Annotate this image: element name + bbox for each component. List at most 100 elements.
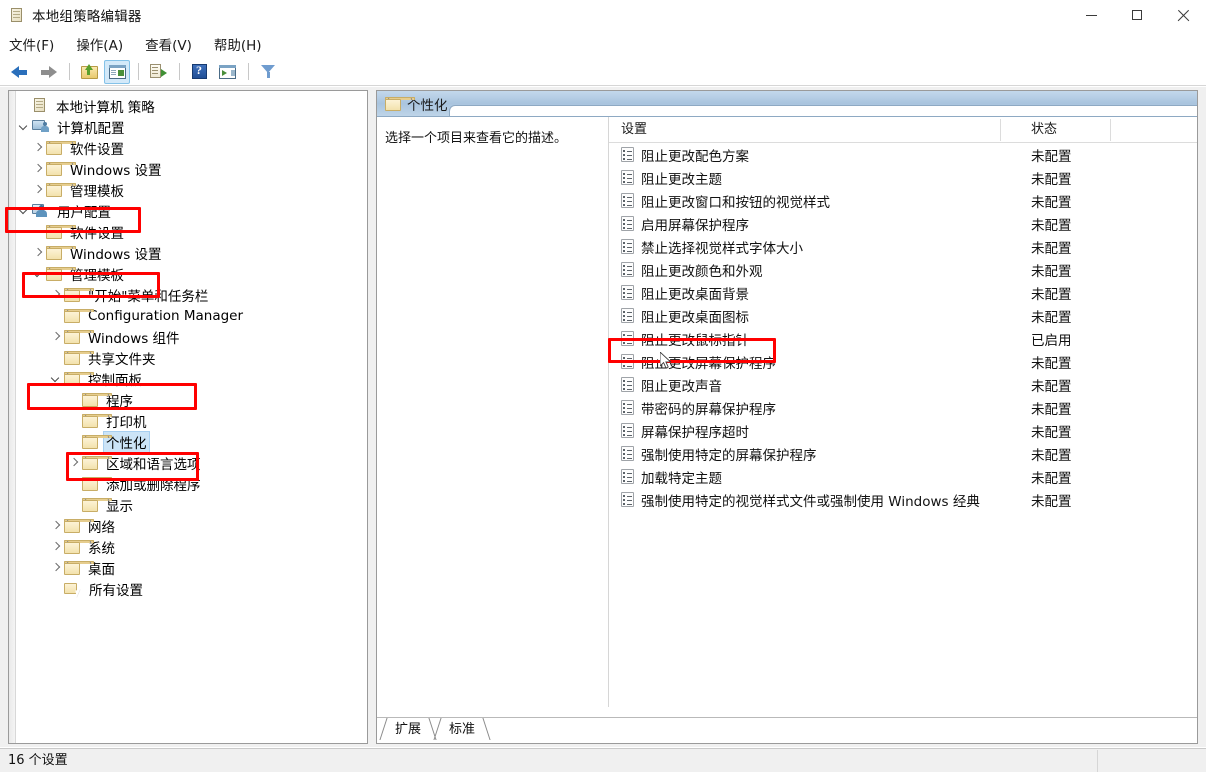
- tree-chevron-placeholder: [67, 476, 82, 492]
- settings-row[interactable]: 阻止更改鼠标指针 已启用: [609, 327, 1197, 350]
- settings-row-name: 阻止更改窗口和按钮的视觉样式: [641, 194, 830, 211]
- maximize-button[interactable]: [1114, 0, 1160, 30]
- up-one-level-button[interactable]: [76, 60, 102, 84]
- chevron-right-icon[interactable]: [49, 518, 64, 534]
- tree-node[interactable]: 控制面板: [17, 368, 367, 389]
- settings-row[interactable]: 阻止更改屏幕保护程序 未配置: [609, 350, 1197, 373]
- chevron-right-icon[interactable]: [49, 287, 64, 303]
- tree-node-label: "开始"菜单和任务栏: [88, 288, 209, 305]
- menu-view[interactable]: 查看(V): [145, 32, 202, 56]
- tab-extended[interactable]: 扩展: [381, 718, 435, 740]
- chevron-right-icon[interactable]: [31, 182, 46, 198]
- back-button[interactable]: [7, 60, 33, 84]
- settings-row[interactable]: 强制使用特定的屏幕保护程序 未配置: [609, 442, 1197, 465]
- status-bar: 16 个设置: [0, 748, 1206, 772]
- settings-row[interactable]: 阻止更改配色方案 未配置: [609, 143, 1197, 166]
- chevron-down-icon[interactable]: [31, 266, 46, 282]
- settings-row[interactable]: 阻止更改桌面图标 未配置: [609, 304, 1197, 327]
- settings-row-name: 阻止更改主题: [641, 171, 722, 188]
- menu-help[interactable]: 帮助(H): [214, 32, 272, 56]
- tree-node[interactable]: Configuration Manager: [17, 305, 367, 326]
- chevron-right-icon[interactable]: [31, 245, 46, 261]
- settings-row-name-cell: 阻止更改声音: [609, 375, 1001, 395]
- tree-node[interactable]: 添加或删除程序: [17, 473, 367, 494]
- tree-node[interactable]: "开始"菜单和任务栏: [17, 284, 367, 305]
- settings-row-name: 强制使用特定的视觉样式文件或强制使用 Windows 经典: [641, 493, 980, 510]
- settings-row-name-cell: 加载特定主题: [609, 467, 1001, 487]
- settings-row[interactable]: 阻止更改颜色和外观 未配置: [609, 258, 1197, 281]
- policy-setting-icon: [621, 492, 634, 507]
- tree-chevron-placeholder: [17, 98, 32, 114]
- tree-node[interactable]: 桌面: [17, 557, 367, 578]
- tree-node[interactable]: 软件设置: [17, 221, 367, 242]
- settings-row[interactable]: 启用屏幕保护程序 未配置: [609, 212, 1197, 235]
- tree-node-label: 本地计算机 策略: [56, 99, 155, 116]
- settings-row[interactable]: 阻止更改声音 未配置: [609, 373, 1197, 396]
- chevron-right-icon[interactable]: [49, 539, 64, 555]
- tree-node[interactable]: 显示: [17, 494, 367, 515]
- folder-icon: [46, 266, 76, 281]
- chevron-down-icon[interactable]: [17, 119, 32, 135]
- settings-row-name-cell: 禁止选择视觉样式字体大小: [609, 237, 1001, 257]
- chevron-down-icon[interactable]: [49, 371, 64, 387]
- tree-node[interactable]: 管理模板: [17, 263, 367, 284]
- tree-scrollbar[interactable]: [9, 91, 16, 743]
- settings-row[interactable]: 阻止更改窗口和按钮的视觉样式 未配置: [609, 189, 1197, 212]
- tree-node[interactable]: 软件设置: [17, 137, 367, 158]
- settings-row-name-cell: 启用屏幕保护程序: [609, 214, 1001, 234]
- tree-node[interactable]: 系统: [17, 536, 367, 557]
- settings-row-state: 未配置: [1031, 286, 1072, 303]
- minimize-button[interactable]: [1068, 0, 1114, 30]
- chevron-right-icon[interactable]: [49, 560, 64, 576]
- tree-node[interactable]: Windows 组件: [17, 326, 367, 347]
- toolbar: ?: [0, 58, 1206, 86]
- tree-node[interactable]: 区域和语言选项: [17, 452, 367, 473]
- settings-row-name-cell: 阻止更改鼠标指针: [609, 329, 1001, 349]
- chevron-down-icon[interactable]: [17, 203, 32, 219]
- folder-icon: [46, 161, 76, 176]
- tree-node[interactable]: 管理模板: [17, 179, 367, 200]
- settings-row-state: 未配置: [1031, 447, 1072, 464]
- tree-node[interactable]: Windows 设置: [17, 242, 367, 263]
- show-hide-console-tree-button[interactable]: [104, 59, 130, 84]
- tree-node[interactable]: 本地计算机 策略: [17, 95, 367, 116]
- tree-node[interactable]: 计算机配置: [17, 116, 367, 137]
- tree-node-label: 共享文件夹: [88, 351, 156, 368]
- folder-icon: [82, 413, 112, 428]
- chevron-right-icon[interactable]: [31, 161, 46, 177]
- export-list-button[interactable]: [145, 60, 171, 84]
- tree-node[interactable]: 用户配置: [17, 200, 367, 221]
- tree-node[interactable]: 共享文件夹: [17, 347, 367, 368]
- settings-row[interactable]: 阻止更改主题 未配置: [609, 166, 1197, 189]
- chevron-right-icon[interactable]: [67, 455, 82, 471]
- chevron-right-icon[interactable]: [31, 140, 46, 156]
- forward-button[interactable]: [35, 60, 61, 84]
- settings-row-name: 阻止更改屏幕保护程序: [641, 355, 776, 372]
- help-button[interactable]: ?: [186, 60, 212, 84]
- policy-setting-icon: [621, 354, 634, 369]
- close-button[interactable]: [1160, 0, 1206, 30]
- column-header-state[interactable]: 状态: [1001, 118, 1111, 141]
- settings-row[interactable]: 阻止更改桌面背景 未配置: [609, 281, 1197, 304]
- show-hide-action-pane-button[interactable]: [214, 60, 240, 84]
- menu-action[interactable]: 操作(A): [76, 32, 133, 56]
- tree-node[interactable]: Windows 设置: [17, 158, 367, 179]
- tree-node[interactable]: 个性化: [17, 430, 367, 453]
- status-setting-count: 16 个设置: [0, 749, 1098, 772]
- filter-button[interactable]: [255, 60, 281, 84]
- settings-row[interactable]: 屏幕保护程序超时 未配置: [609, 419, 1197, 442]
- tree-node[interactable]: 程序: [17, 389, 367, 410]
- column-header-setting[interactable]: 设置: [609, 118, 1001, 141]
- folder-icon: [82, 392, 112, 407]
- settings-row[interactable]: 强制使用特定的视觉样式文件或强制使用 Windows 经典 未配置: [609, 488, 1197, 511]
- chevron-right-icon[interactable]: [49, 329, 64, 345]
- tree-node[interactable]: 打印机: [17, 410, 367, 431]
- settings-row[interactable]: 加载特定主题 未配置: [609, 465, 1197, 488]
- settings-row[interactable]: 带密码的屏幕保护程序 未配置: [609, 396, 1197, 419]
- settings-row-state: 未配置: [1031, 194, 1072, 211]
- tree-node[interactable]: 所有设置: [17, 578, 367, 599]
- tab-standard[interactable]: 标准: [435, 718, 489, 740]
- tree-node[interactable]: 网络: [17, 515, 367, 536]
- menu-file[interactable]: 文件(F): [9, 32, 64, 56]
- settings-row[interactable]: 禁止选择视觉样式字体大小 未配置: [609, 235, 1197, 258]
